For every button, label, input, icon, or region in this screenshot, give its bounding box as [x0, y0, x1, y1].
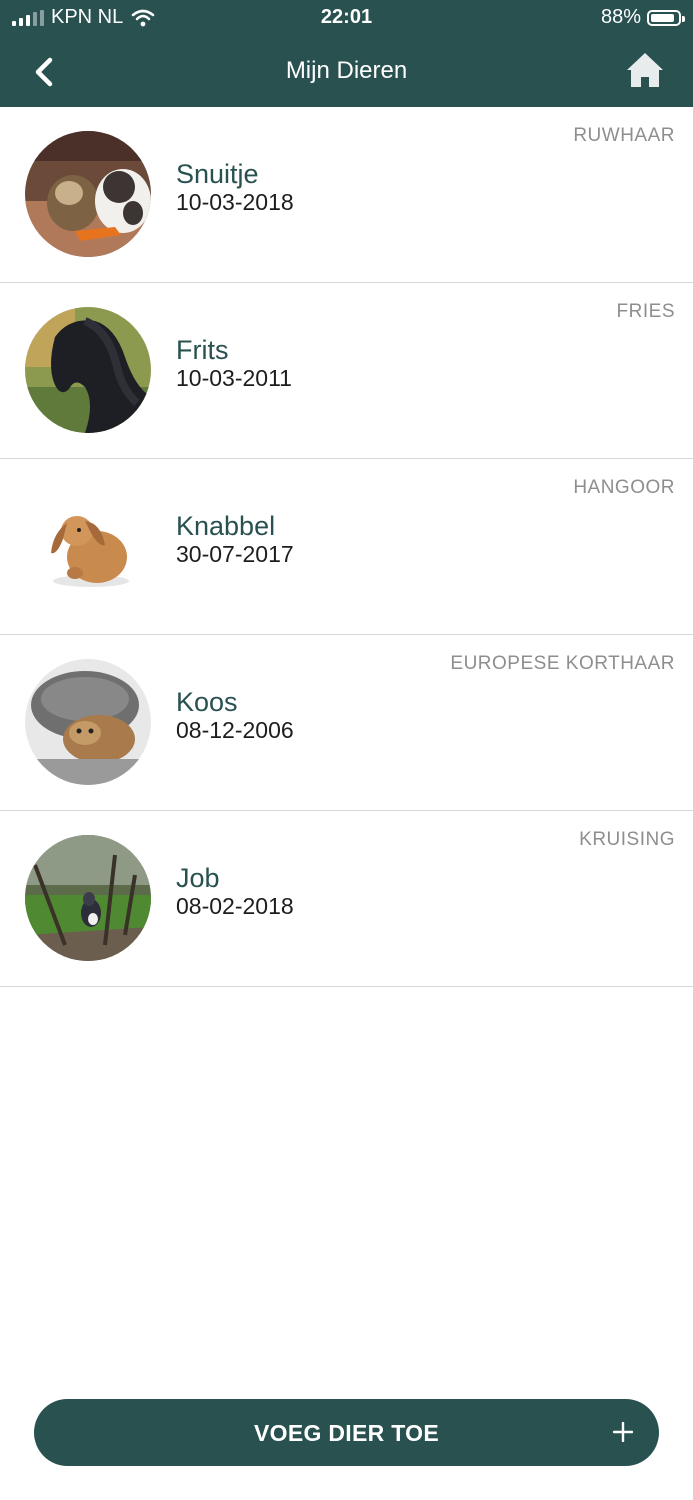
- animal-birthdate: 30-07-2017: [176, 541, 294, 567]
- status-right: 88%: [600, 6, 685, 29]
- status-bar: KPN NL 22:01 88%: [0, 0, 693, 36]
- battery-icon: [647, 9, 685, 26]
- animal-name: Job: [176, 863, 220, 893]
- animal-row-frits[interactable]: FRIES Frits 10-03-2011: [0, 283, 693, 459]
- animal-row-koos[interactable]: EUROPESE KORTHAAR Koos 08-12-2006: [0, 635, 693, 811]
- cat-photo: [25, 659, 151, 785]
- animal-breed: HANGOOR: [573, 477, 675, 498]
- animal-name: Snuitje: [176, 159, 259, 189]
- animal-row-snuitje[interactable]: RUWHAAR Snuitje 10-03-2018: [0, 107, 693, 283]
- status-time: 22:01: [320, 6, 373, 28]
- add-animal-label: VOEG DIER TOE: [254, 1420, 439, 1446]
- rabbit-photo: [25, 483, 151, 609]
- animal-birthdate: 10-03-2011: [176, 365, 292, 391]
- plus-icon: [613, 1422, 633, 1442]
- animal-birthdate: 08-02-2018: [176, 893, 294, 919]
- animal-name: Frits: [176, 335, 229, 365]
- app-header: KPN NL 22:01 88% Mijn Dieren: [0, 0, 693, 107]
- guinea-pigs-photo: [25, 131, 151, 257]
- animal-avatar: [25, 659, 151, 785]
- animal-list: RUWHAAR Snuitje 10-03-2018 FRIES Frits 1…: [0, 107, 693, 987]
- animal-name: Koos: [176, 687, 238, 717]
- animal-avatar: [25, 835, 151, 961]
- animal-row-knabbel[interactable]: HANGOOR Knabbel 30-07-2017: [0, 459, 693, 635]
- animal-avatar: [25, 131, 151, 257]
- animal-breed: RUWHAAR: [573, 125, 675, 146]
- animal-breed: KRUISING: [579, 829, 675, 850]
- home-icon: [627, 53, 663, 87]
- horse-photo: [25, 307, 151, 433]
- battery-percent: 88%: [600, 6, 641, 28]
- add-animal-button[interactable]: VOEG DIER TOE: [34, 1399, 659, 1466]
- animal-avatar: [25, 307, 151, 433]
- page-title: Mijn Dieren: [285, 57, 408, 84]
- animal-birthdate: 08-12-2006: [176, 717, 294, 743]
- nav-bar: Mijn Dieren: [0, 40, 693, 104]
- animal-name: Knabbel: [176, 511, 276, 541]
- animal-avatar: [25, 483, 151, 609]
- animal-row-job[interactable]: KRUISING Job 08-02-2018: [0, 811, 693, 987]
- animal-birthdate: 10-03-2018: [176, 189, 294, 215]
- animal-breed: FRIES: [616, 301, 675, 322]
- home-button[interactable]: [625, 50, 665, 90]
- animal-breed: EUROPESE KORTHAAR: [450, 653, 675, 674]
- rabbit-outdoor-photo: [25, 835, 151, 961]
